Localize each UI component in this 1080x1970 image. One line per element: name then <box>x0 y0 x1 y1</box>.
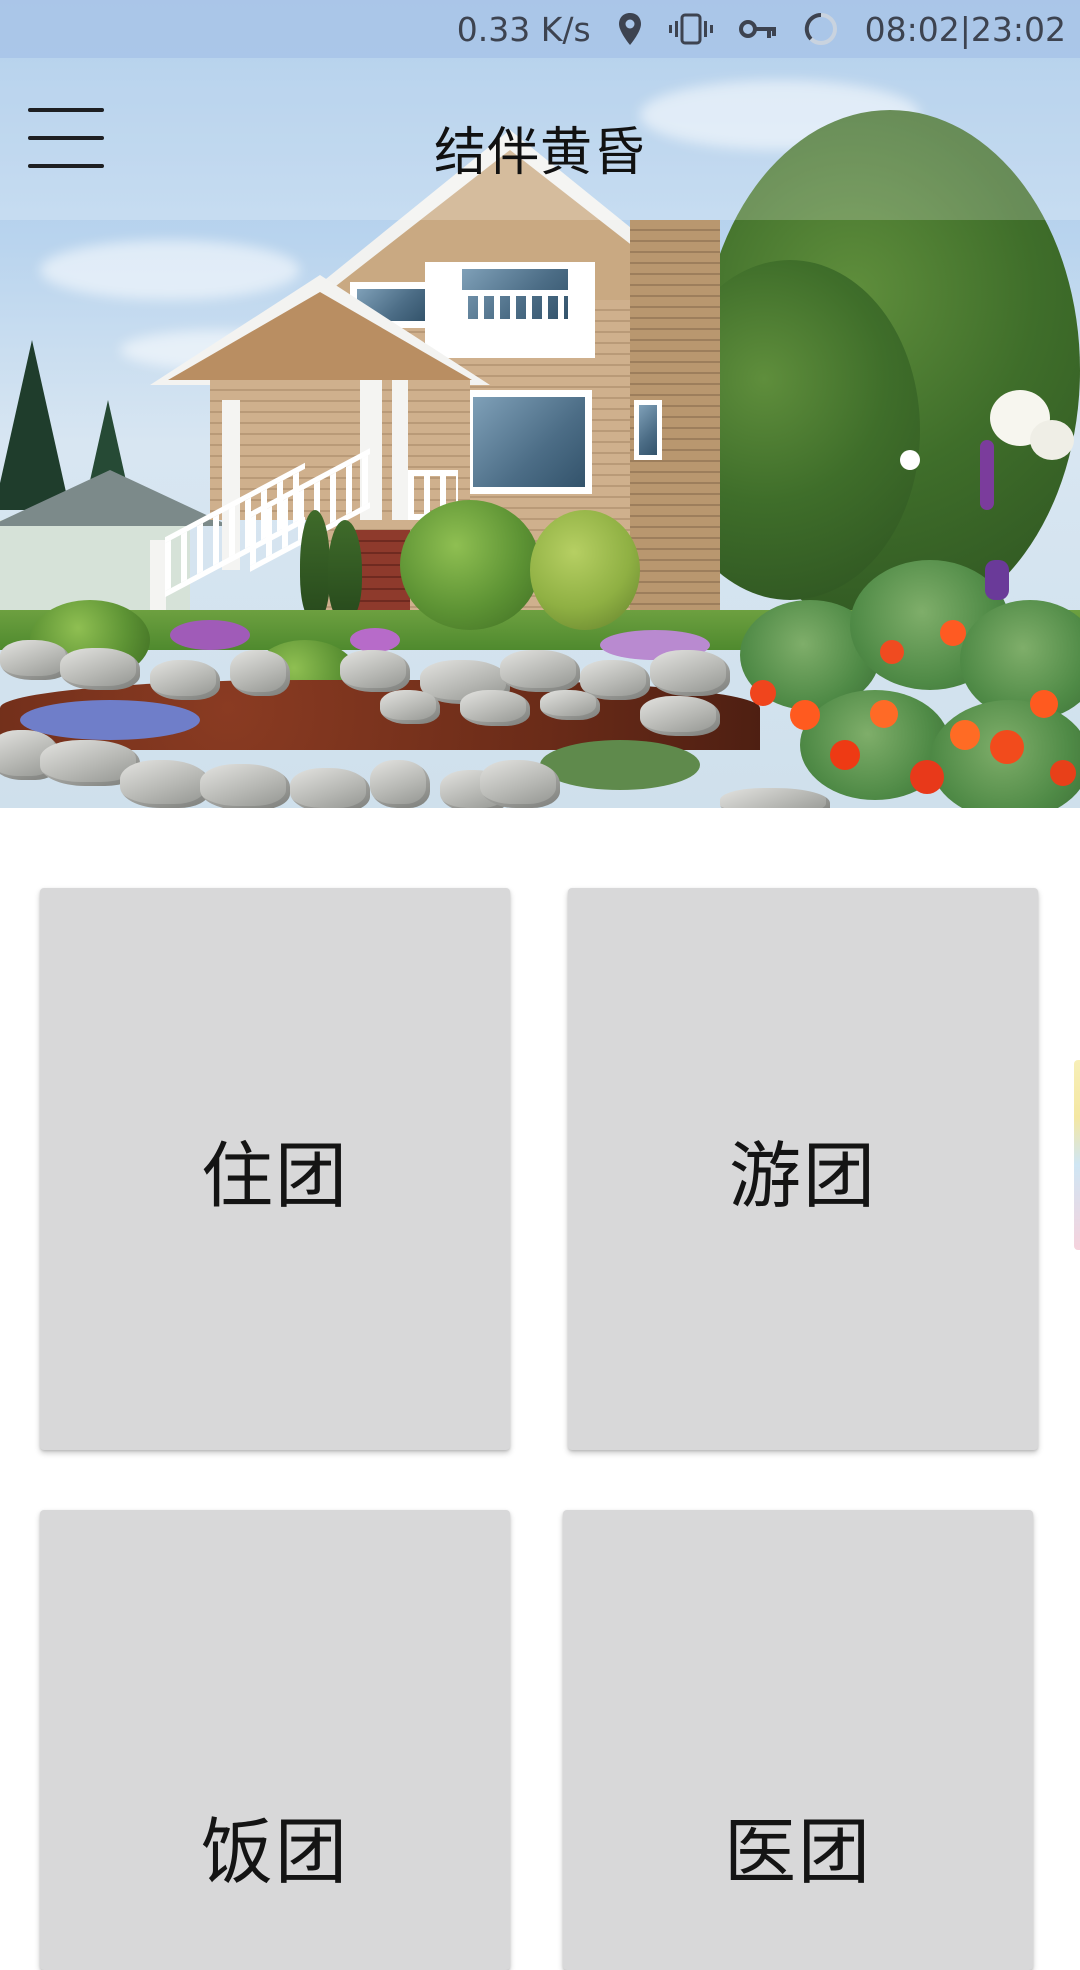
tile-fantuan[interactable]: 饭团 <box>40 1510 510 1970</box>
network-speed: 0.33 K/s <box>456 9 591 49</box>
page-title: 结伴黄昏 <box>433 123 646 183</box>
tile-label: 饭团 <box>200 1809 349 1894</box>
tile-yituan[interactable]: 医团 <box>563 1510 1033 1970</box>
loading-ring-icon <box>803 11 839 47</box>
tile-youtuan[interactable]: 游团 <box>568 888 1038 1450</box>
status-bar: 0.33 K/s 08:02|23:02 <box>0 0 1080 58</box>
clock: 08:02|23:02 <box>864 9 1066 49</box>
tile-label: 住团 <box>200 1133 349 1218</box>
vibrate-icon <box>668 13 713 45</box>
tile-label: 游团 <box>728 1133 877 1218</box>
location-pin-icon <box>617 12 643 46</box>
tile-zhutuan[interactable]: 住团 <box>40 888 510 1450</box>
app-bar: 结伴黄昏 <box>0 58 1080 220</box>
floating-edge-tab[interactable] <box>1074 1060 1080 1250</box>
tile-label: 医团 <box>723 1809 872 1894</box>
key-icon <box>738 18 777 40</box>
